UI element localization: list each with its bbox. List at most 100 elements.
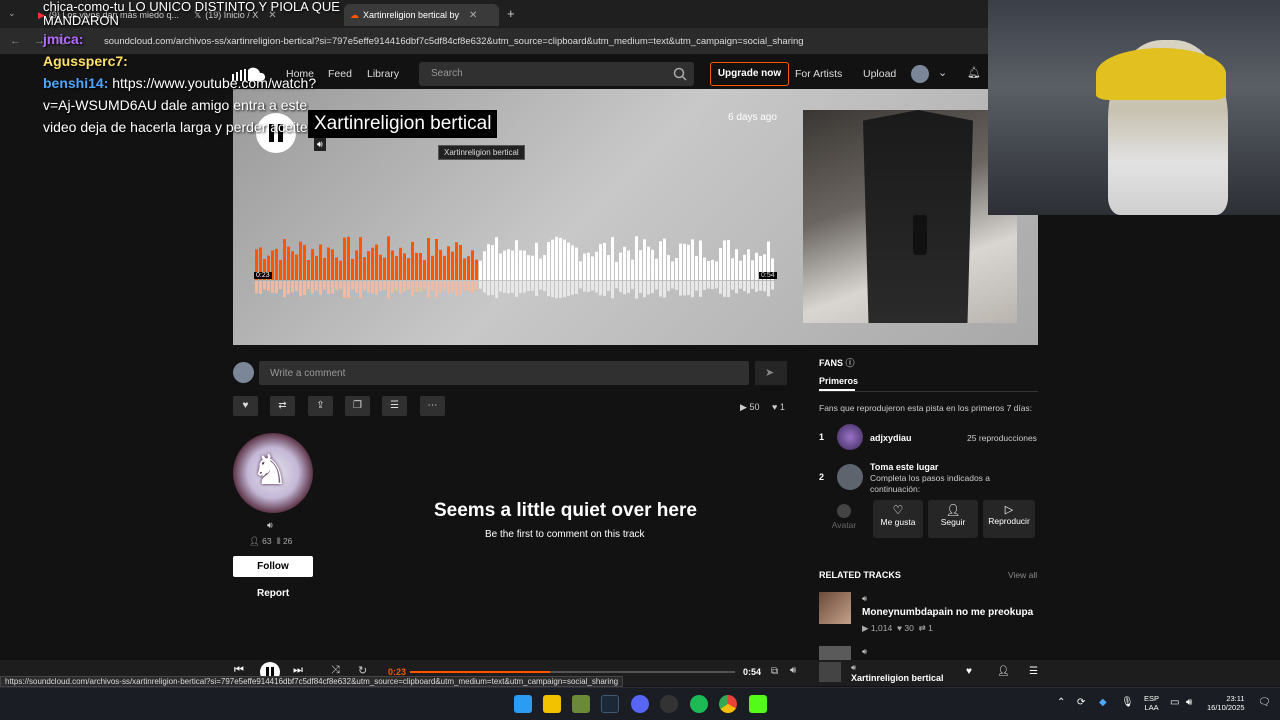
minecraft-icon[interactable] [572,695,590,713]
waveform-bar [487,244,490,280]
step-play-button[interactable]: ▷ Reproducir [983,500,1035,538]
waveform-reflection [675,281,678,290]
fan-plays: 25 reproducciones [967,433,1037,443]
speaker-icon[interactable]: 🔊︎ [1186,697,1192,708]
bell-icon[interactable]: 🔔︎ [967,66,981,79]
volume-icon[interactable]: 🔊︎ [790,665,796,676]
waveform-reflection [519,281,522,293]
search-icon[interactable] [673,67,687,81]
report-link[interactable]: Report [257,588,289,599]
repost-icon: ⇄ [278,400,287,411]
status-url: https://soundcloud.com/archivos-ss/xarti… [0,676,624,687]
clock[interactable]: 23:11 16/10/2025 [1207,694,1245,712]
waveform-reflection [303,281,306,296]
upgrade-button[interactable]: Upgrade now [710,62,789,86]
waveform-bar [583,253,586,280]
app-tray-icon[interactable]: ◆ [1099,697,1107,708]
send-comment-button[interactable]: ➤ [755,361,787,385]
tab-indicator [819,389,855,391]
volume-icon: 🔊︎ [862,647,868,656]
waveform-bar [687,244,690,280]
step-like-button[interactable]: ♡ Me gusta [873,500,923,538]
language-indicator[interactable]: ESP LAA [1144,694,1159,712]
close-icon[interactable]: ✕ [469,10,477,21]
fan-name[interactable]: adjxydiau [870,433,912,443]
repost-button[interactable]: ⇄ [270,396,295,416]
chevron-up-icon[interactable]: ⌃ [1057,697,1065,708]
network-icon[interactable]: ▭ [1170,697,1179,708]
related-track-title[interactable]: Moneynumbdapain no me preokupa [862,607,1033,618]
discord-icon[interactable] [631,695,649,713]
for-artists-link[interactable]: For Artists [795,68,842,80]
waveform-bar [675,257,678,280]
related-track-artwork[interactable] [819,592,851,624]
file-explorer-icon[interactable] [543,695,561,713]
waveform-reflection [683,281,686,296]
back-icon[interactable]: ← [10,35,21,47]
waveform-reflection [327,281,330,295]
tab-soundcloud[interactable]: ☁ Xartinreligion bertical by ✕ [344,4,499,26]
waveform[interactable] [255,232,775,302]
notification-icon[interactable]: 🗨︎ [1258,697,1271,708]
player-artwork[interactable] [819,662,841,682]
waveform-reflection [275,281,278,294]
waveform-reflection [471,281,474,293]
waveform-bar [455,242,458,280]
chevron-down-icon[interactable]: ⌄ [938,66,947,79]
steam-icon[interactable] [601,695,619,713]
view-all-link[interactable]: View all [1008,570,1037,580]
waveform-reflection [259,281,262,295]
waveform-reflection [559,281,562,298]
waveform-bar [307,260,310,280]
add-to-playlist-button[interactable]: ☰ [382,396,407,416]
fans-description: Fans que reprodujeron esta pista en los … [819,403,1033,413]
waveform-bar [279,259,282,280]
fan-avatar[interactable] [837,424,863,450]
waveform-bar [435,239,438,280]
player-track-title[interactable]: Xartinreligion bertical [851,673,944,683]
waveform-reflection [491,281,494,295]
new-tab-icon[interactable]: + [507,6,515,21]
like-button[interactable]: ♥ [233,396,258,416]
waveform-current-time: 0:23 [254,272,272,279]
follow-icon[interactable]: 👤︎ [997,666,1010,677]
artist-avatar[interactable]: ♞ [233,433,313,513]
upload-link[interactable]: Upload [863,68,896,80]
chrome-icon[interactable] [719,695,737,713]
waveform-bar [491,245,494,280]
lion-icon: ♞ [251,446,289,493]
waveform-reflection [547,281,550,297]
heart-icon[interactable]: ♥ [966,666,972,677]
step-follow-button[interactable]: 👤︎ Seguir [928,500,978,538]
related-track-artwork[interactable] [819,646,851,660]
nav-library[interactable]: Library [367,68,399,80]
windows-start-icon[interactable] [514,695,532,713]
copy-link-button[interactable]: ❐ [345,396,370,416]
fan-rank: 1 [819,432,825,442]
tab-primeros[interactable]: Primeros [819,376,858,386]
waveform-reflection [323,281,326,290]
info-icon[interactable]: ⓘ [846,358,855,368]
share-button[interactable]: ⇪ [308,396,333,416]
heart-icon: ♥ [772,402,778,412]
webcam-overlay [988,0,1280,215]
waveform-reflection [723,281,726,297]
track-artwork[interactable] [803,110,1017,323]
followers-count[interactable]: 👤︎ 63 [249,536,272,547]
microphone-icon[interactable]: 🎙︎ [1121,697,1134,708]
follow-button[interactable]: Follow [233,556,313,577]
queue-icon[interactable]: ☰ [1029,666,1038,677]
more-button[interactable]: ⋯ [420,396,445,416]
spotify-icon[interactable] [690,695,708,713]
kick-icon[interactable] [749,695,767,713]
tracks-count[interactable]: ⫴ 26 [277,536,292,547]
user-avatar[interactable] [911,65,929,83]
waveform-bar [555,236,558,280]
waveform-bar [287,246,290,280]
waveform-reflection [431,281,434,291]
sync-icon[interactable]: ⟳ [1077,697,1085,708]
cast-icon[interactable]: ⧉ [771,666,778,677]
obs-icon[interactable] [660,695,678,713]
waveform-bar [311,249,314,280]
tab-list-icon[interactable]: ⌄ [8,8,16,19]
